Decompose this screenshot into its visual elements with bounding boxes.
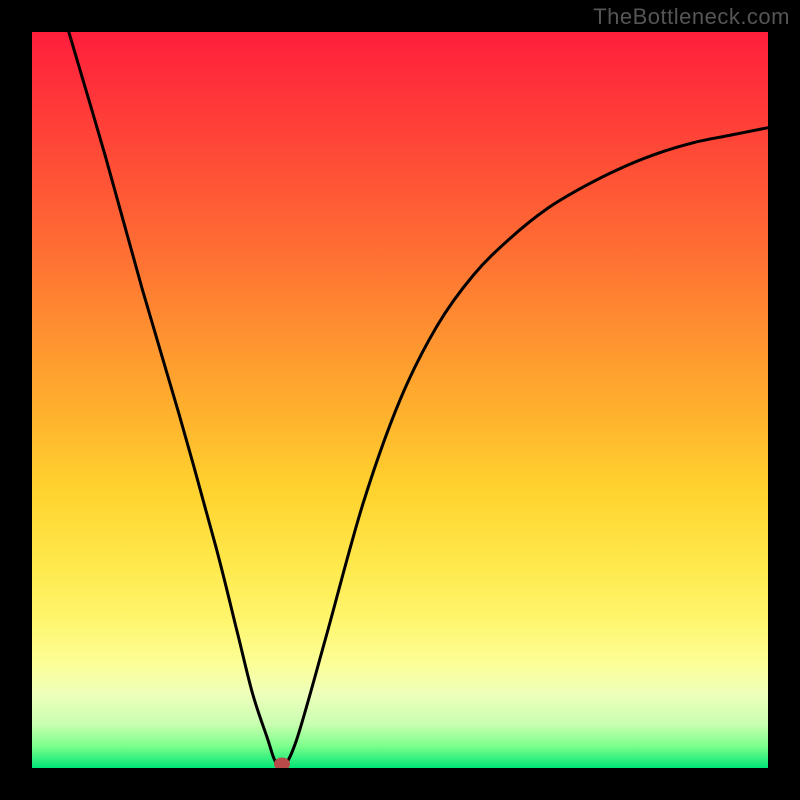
- watermark-text: TheBottleneck.com: [593, 4, 790, 30]
- optimal-point-marker: [274, 758, 290, 769]
- plot-area: [32, 32, 768, 768]
- bottleneck-curve: [32, 32, 768, 768]
- chart-frame: TheBottleneck.com: [0, 0, 800, 800]
- curve-path: [69, 32, 768, 768]
